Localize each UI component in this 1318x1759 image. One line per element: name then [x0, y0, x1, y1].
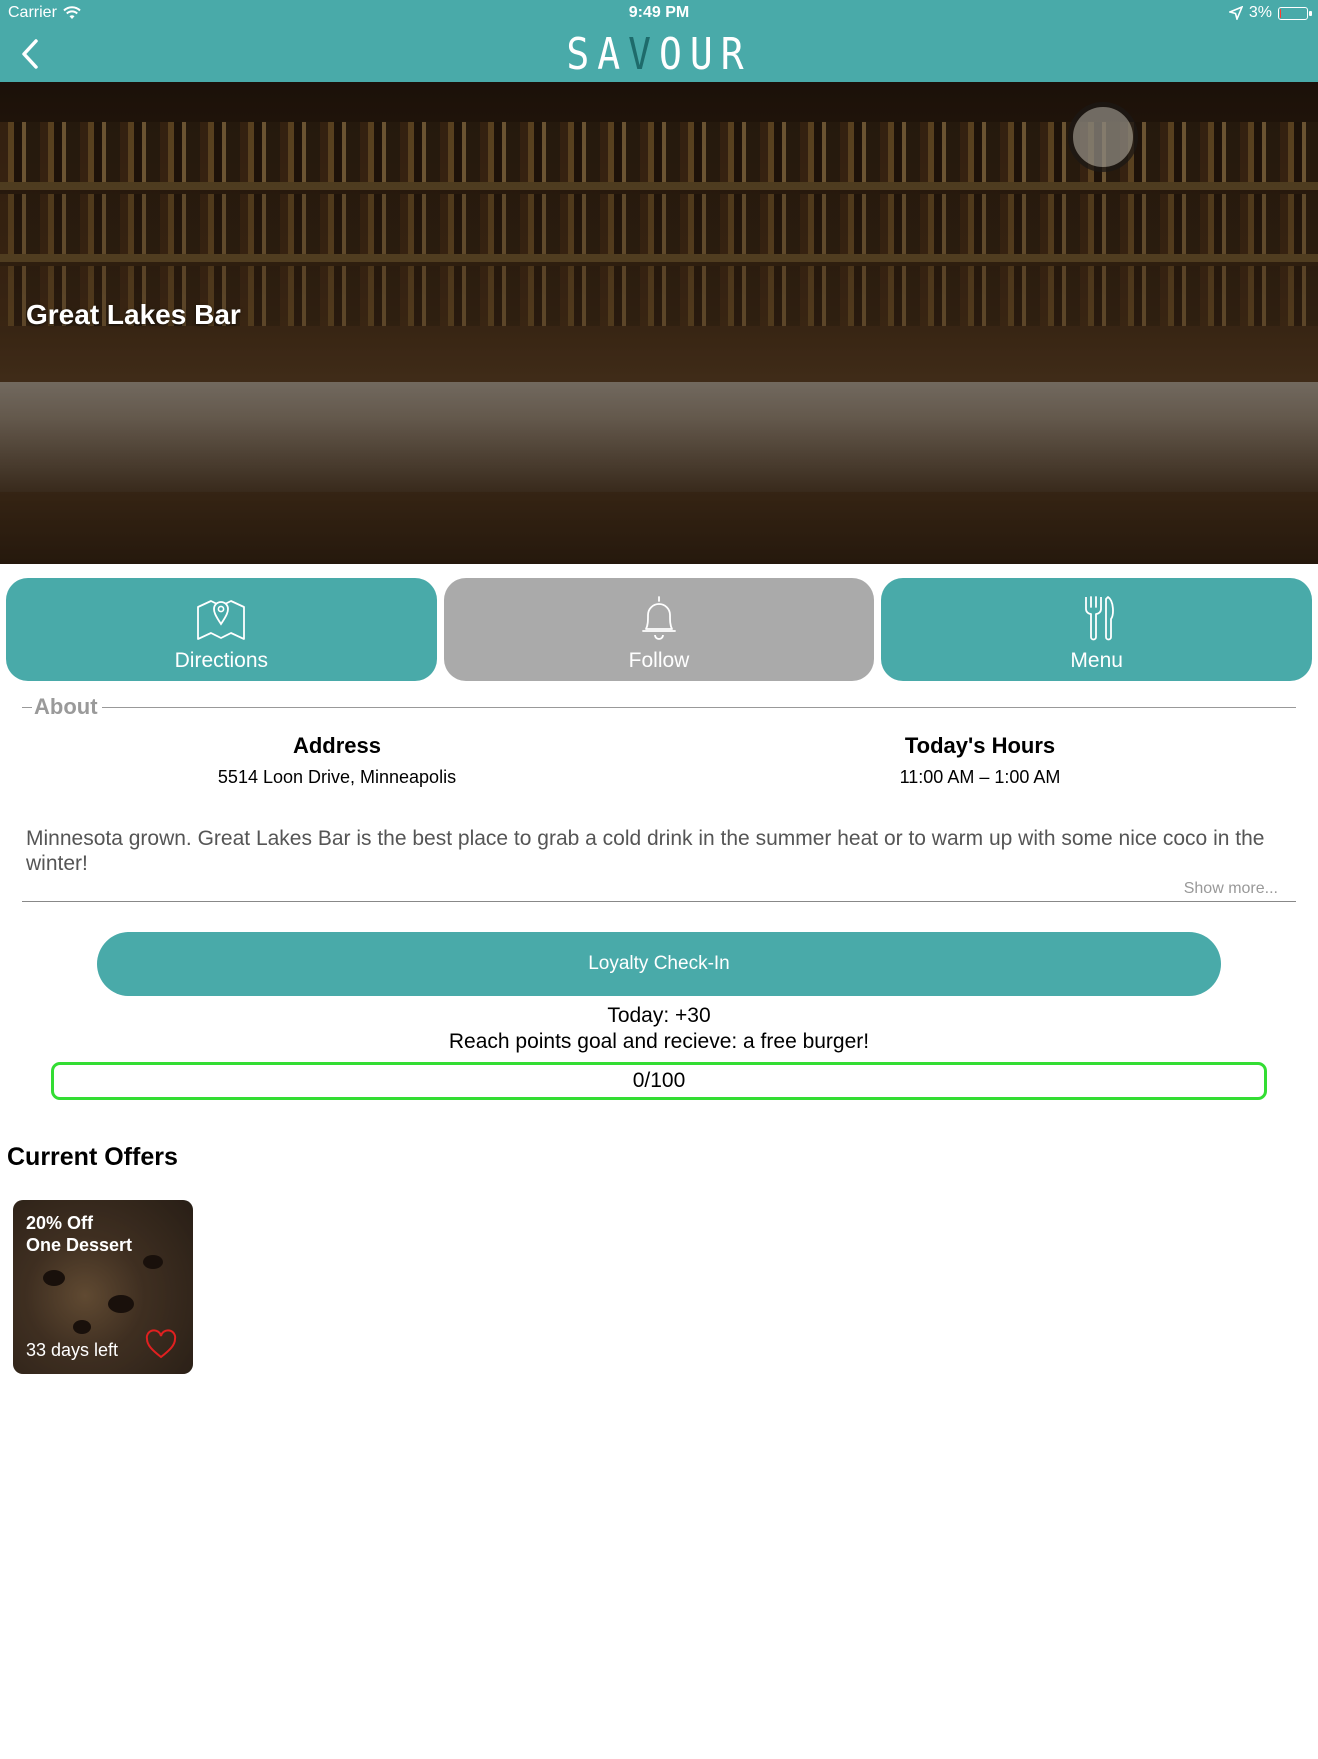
venue-name: Great Lakes Bar	[26, 299, 241, 330]
follow-label: Follow	[628, 649, 690, 672]
battery-percent: 3%	[1248, 4, 1272, 21]
offer-title-line2: One Dessert	[26, 1235, 133, 1255]
menu-label: Menu	[1070, 649, 1123, 672]
location-arrow-icon	[1228, 6, 1243, 20]
hours-block: Today's Hours 11:00 AM – 1:00 AM	[820, 733, 1140, 788]
battery-fill	[1280, 8, 1281, 18]
directions-button[interactable]: Directions	[6, 578, 437, 681]
address-title: Address	[292, 733, 382, 758]
about-label: About	[34, 694, 98, 719]
loyalty-goal-text: Reach points goal and recieve: a free bu…	[448, 1030, 870, 1053]
fork-knife-icon	[1084, 596, 1114, 641]
venue-description: Minnesota grown. Great Lakes Bar is the …	[26, 827, 1265, 875]
hours-value: 11:00 AM – 1:00 AM	[899, 767, 1061, 787]
about-divider-right	[102, 707, 1296, 708]
offer-title-line1: 20% Off	[26, 1213, 94, 1233]
app-header: Carrier 9:49 PM 3% SAVOUR	[0, 0, 1318, 82]
status-time: 9:49 PM	[628, 4, 690, 21]
hours-title: Today's Hours	[904, 733, 1056, 758]
logo-text-right: OUR	[659, 28, 752, 80]
menu-button[interactable]: Menu	[881, 578, 1313, 681]
logo-text-left: SA	[566, 28, 629, 80]
address-value[interactable]: 5514 Loon Drive, Minneapolis	[177, 767, 497, 788]
current-offers-title: Current Offers	[7, 1143, 178, 1171]
loyalty-today-points: Today: +30	[607, 1004, 711, 1027]
address-block: Address 5514 Loon Drive, Minneapolis	[177, 733, 497, 788]
offer-title: 20% Off One Dessert	[26, 1212, 132, 1256]
action-buttons: Directions Follow Menu	[6, 578, 1313, 681]
loyalty-progress-bar: 0/100	[51, 1062, 1267, 1100]
loyalty-checkin-button[interactable]: Loyalty Check-In	[97, 932, 1221, 996]
about-divider-left	[22, 707, 32, 708]
about-divider-bottom	[22, 901, 1296, 902]
map-pin-icon	[197, 600, 246, 640]
heart-icon[interactable]	[144, 1328, 178, 1360]
offer-days-left: 33 days left	[26, 1340, 119, 1360]
directions-label: Directions	[174, 649, 269, 672]
battery-icon	[1278, 6, 1312, 20]
bell-icon	[642, 596, 676, 640]
app-logo: SAVOUR	[0, 29, 1318, 80]
loyalty-progress-text: 0/100	[632, 1069, 686, 1092]
about-section-header: About	[22, 694, 1296, 720]
logo-text-accent: V	[628, 28, 659, 80]
show-more-link[interactable]: Show more...	[1184, 880, 1278, 898]
follow-button[interactable]: Follow	[443, 578, 875, 681]
offer-card[interactable]: 20% Off One Dessert 33 days left	[13, 1200, 193, 1374]
hero-image: Great Lakes Bar	[0, 82, 1318, 564]
status-right: 3%	[1228, 4, 1312, 22]
